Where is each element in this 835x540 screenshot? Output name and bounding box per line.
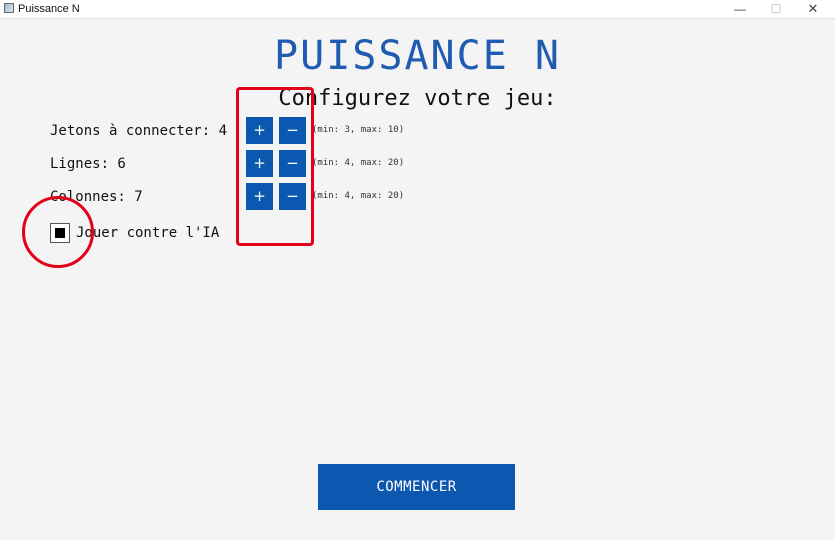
tokens-increment-button[interactable]: +: [246, 117, 273, 144]
config-subtitle: Configurez votre jeu:: [278, 86, 557, 111]
rows-label: Lignes: 6: [50, 156, 126, 172]
window-title: Puissance N: [18, 3, 80, 15]
columns-label: Colonnes: 7: [50, 189, 143, 205]
window-titlebar: Puissance N — ☐ ✕: [0, 0, 835, 19]
tokens-decrement-button[interactable]: −: [279, 117, 306, 144]
game-title: PUISSANCE N: [274, 33, 561, 79]
columns-range-note: (min: 4, max: 20): [312, 191, 405, 201]
maximize-button[interactable]: ☐: [756, 0, 796, 18]
app-icon: [4, 3, 14, 13]
tokens-to-connect-label: Jetons à connecter: 4: [50, 123, 228, 139]
minimize-button[interactable]: —: [720, 0, 760, 18]
start-game-button[interactable]: COMMENCER: [318, 464, 515, 510]
checkbox-checked-mark: [55, 228, 65, 238]
tokens-range-note: (min: 3, max: 10): [312, 125, 405, 135]
play-vs-ai-label[interactable]: Jouer contre l'IA: [76, 224, 219, 242]
play-vs-ai-checkbox[interactable]: [50, 223, 70, 243]
rows-decrement-button[interactable]: −: [279, 150, 306, 177]
rows-range-note: (min: 4, max: 20): [312, 158, 405, 168]
columns-increment-button[interactable]: +: [246, 183, 273, 210]
columns-decrement-button[interactable]: −: [279, 183, 306, 210]
close-button[interactable]: ✕: [793, 0, 833, 18]
rows-increment-button[interactable]: +: [246, 150, 273, 177]
